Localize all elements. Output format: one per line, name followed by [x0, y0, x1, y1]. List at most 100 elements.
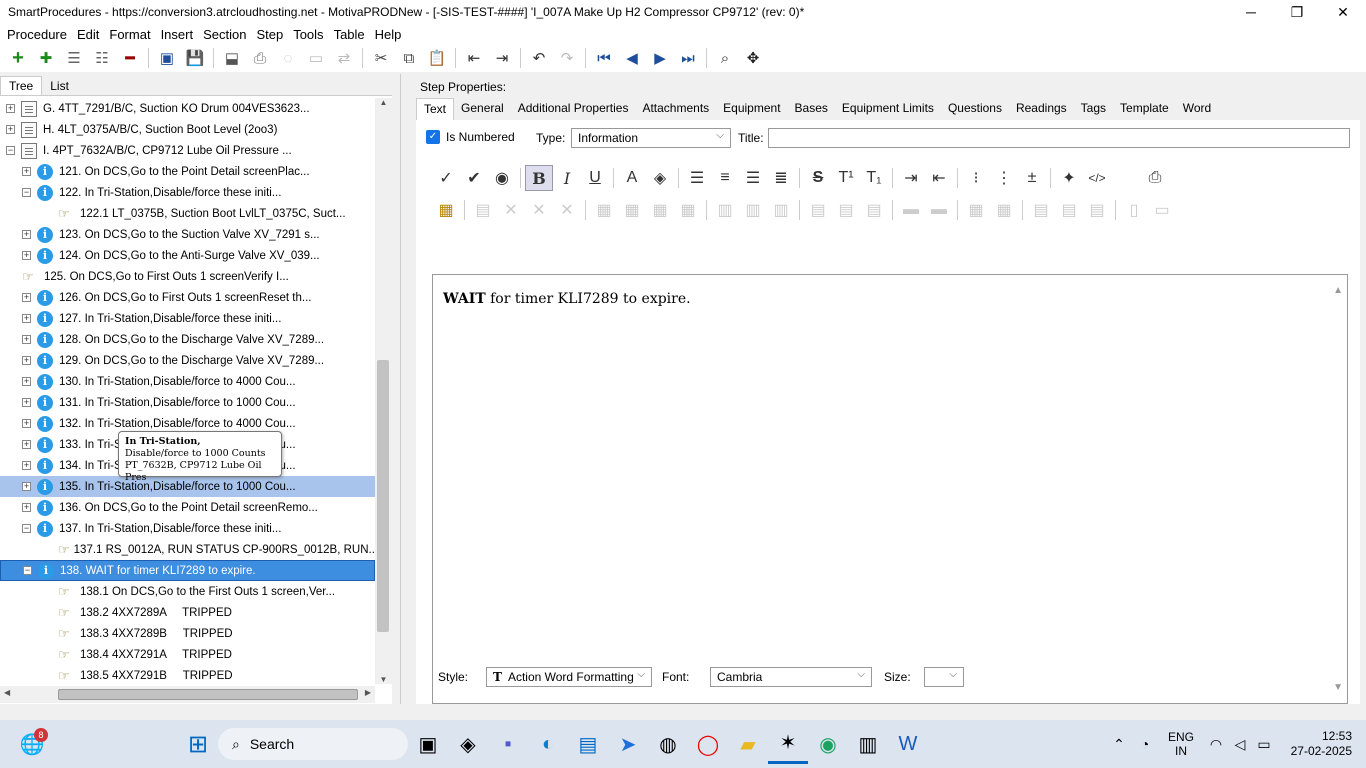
- scroll-down-icon[interactable]: ▼: [375, 675, 392, 684]
- numbered-list-icon[interactable]: ⋮: [990, 165, 1018, 191]
- menu-insert[interactable]: Insert: [156, 27, 199, 42]
- spellcheck-icon[interactable]: ✓: [432, 165, 460, 191]
- scroll-thumb[interactable]: [377, 360, 389, 632]
- tree-row[interactable]: + i 128. On DCS,Go to the Discharge Valve …: [0, 329, 375, 350]
- menu-procedure[interactable]: Procedure: [2, 27, 72, 42]
- tab-template[interactable]: Template: [1113, 98, 1176, 120]
- tree-row[interactable]: + G. 4TT_7291/B/C, Suction KO Drum 004VES…: [0, 98, 375, 119]
- smartprocedures-icon[interactable]: ✶: [768, 724, 808, 764]
- redo-icon[interactable]: ↷: [553, 45, 581, 71]
- print-icon[interactable]: ⎙: [246, 45, 274, 71]
- tree-row[interactable]: ☞ 138.2 4XX7289A TRIPPED: [0, 602, 375, 623]
- tree-row[interactable]: ☞ 138.4 4XX7291A TRIPPED: [0, 644, 375, 665]
- tree-row[interactable]: + i 131. In Tri-Station,Disable/force to 1…: [0, 392, 375, 413]
- expander-icon[interactable]: +: [22, 167, 31, 176]
- teams-icon[interactable]: ▪: [488, 724, 528, 764]
- scroll-left-icon[interactable]: ◀: [4, 688, 10, 697]
- spellcheck-auto-icon[interactable]: ✔: [460, 165, 488, 191]
- word-icon[interactable]: W: [888, 724, 928, 764]
- list-edit-icon[interactable]: ☷: [88, 45, 116, 71]
- menu-table[interactable]: Table: [329, 27, 370, 42]
- tree-row[interactable]: ☞ 138.5 4XX7291B TRIPPED: [0, 665, 375, 684]
- expander-icon[interactable]: +: [22, 398, 31, 407]
- tree-row[interactable]: ☞ 137.1 RS_0012A, RUN STATUS CP-900RS_001…: [0, 539, 375, 560]
- close-button[interactable]: ✕: [1320, 0, 1366, 24]
- tab-equipment-limits[interactable]: Equipment Limits: [835, 98, 941, 120]
- align-left-icon[interactable]: ☰: [683, 165, 711, 191]
- dell-icon[interactable]: ◍: [648, 724, 688, 764]
- bullet-list-icon[interactable]: ⁝: [962, 165, 990, 191]
- remove-icon[interactable]: ━: [116, 45, 144, 71]
- save-icon[interactable]: 💾: [181, 45, 209, 71]
- tree-row[interactable]: − i 122. In Tri-Station,Disable/force thes…: [0, 182, 375, 203]
- subscript-icon[interactable]: T₁: [860, 165, 888, 191]
- expander-icon[interactable]: +: [22, 356, 31, 365]
- font-color-icon[interactable]: A: [618, 165, 646, 191]
- app-icon[interactable]: ▥: [848, 724, 888, 764]
- refresh-icon[interactable]: ◌: [274, 45, 302, 71]
- tree-row[interactable]: ☞ 138.3 4XX7289B TRIPPED: [0, 623, 375, 644]
- move-icon[interactable]: ✥: [739, 45, 767, 71]
- file-explorer-icon[interactable]: ▰: [728, 724, 768, 764]
- expander-icon[interactable]: +: [22, 293, 31, 302]
- font-select[interactable]: Cambria ⌵: [710, 667, 872, 687]
- battery-icon[interactable]: ▭: [1252, 724, 1276, 764]
- expander-icon[interactable]: +: [22, 335, 31, 344]
- style-select[interactable]: T Action Word Formatting ⌵: [486, 667, 652, 687]
- find-icon[interactable]: ⌕: [711, 45, 739, 71]
- list-icon[interactable]: ☰: [60, 45, 88, 71]
- color-wheel-icon[interactable]: ◉: [488, 165, 516, 191]
- tab-attachments[interactable]: Attachments: [635, 98, 716, 120]
- tree-row[interactable]: + i 124. On DCS,Go to the Anti-Surge Valve…: [0, 245, 375, 266]
- bold-icon[interactable]: B: [525, 165, 553, 191]
- tree-row[interactable]: ☞ 125. On DCS,Go to First Outs 1 screenVe…: [0, 266, 375, 287]
- link-icon[interactable]: ⇄: [330, 45, 358, 71]
- tab-bases[interactable]: Bases: [788, 98, 835, 120]
- html-code-icon[interactable]: </>: [1083, 165, 1111, 191]
- title-input[interactable]: [768, 128, 1350, 148]
- expander-icon[interactable]: +: [22, 314, 31, 323]
- pane-splitter[interactable]: [400, 74, 404, 704]
- previous-icon[interactable]: ◀: [618, 45, 646, 71]
- align-center-icon[interactable]: ≡: [711, 165, 739, 191]
- tab-equipment[interactable]: Equipment: [716, 98, 787, 120]
- tree-row[interactable]: − I. 4PT_7632A/B/C, CP9712 Lube Oil Press…: [0, 140, 375, 161]
- tree-row[interactable]: + i 130. In Tri-Station,Disable/force to 4…: [0, 371, 375, 392]
- tree-row[interactable]: ☞ 122.1 LT_0375B, Suction Boot LvlLT_0375…: [0, 203, 375, 224]
- scroll-up-icon[interactable]: ▲: [375, 98, 392, 107]
- paste-icon[interactable]: 📋: [423, 45, 451, 71]
- tab-tags[interactable]: Tags: [1074, 98, 1113, 120]
- tree-row[interactable]: + i 136. On DCS,Go to the Point Detail scr…: [0, 497, 375, 518]
- opera-icon[interactable]: ◯: [688, 724, 728, 764]
- export-icon[interactable]: ⬓: [218, 45, 246, 71]
- open-icon[interactable]: ▣: [153, 45, 181, 71]
- chevron-up-icon[interactable]: ⌃: [1106, 724, 1132, 764]
- highlight-icon[interactable]: ◈: [646, 165, 674, 191]
- scroll-up-icon[interactable]: ▲: [1333, 285, 1343, 296]
- next-icon[interactable]: ▶: [646, 45, 674, 71]
- expander-icon[interactable]: +: [22, 503, 31, 512]
- expander-icon[interactable]: +: [22, 377, 31, 386]
- outdent-icon[interactable]: ⇤: [460, 45, 488, 71]
- expander-icon[interactable]: +: [22, 440, 31, 449]
- tab-word[interactable]: Word: [1176, 98, 1218, 120]
- tab-list[interactable]: List: [42, 77, 77, 95]
- align-right-icon[interactable]: ☰: [739, 165, 767, 191]
- copilot-icon[interactable]: ◈: [448, 724, 488, 764]
- menu-help[interactable]: Help: [370, 27, 407, 42]
- tree-row[interactable]: − i 138. WAIT for timer KLI7289 to expire.: [0, 560, 375, 581]
- expander-icon[interactable]: +: [6, 125, 15, 134]
- task-view-icon[interactable]: ▣: [408, 724, 448, 764]
- is-numbered-checkbox[interactable]: ✓: [426, 130, 440, 144]
- clock[interactable]: 12:53 27-02-2025: [1276, 729, 1352, 759]
- tree-row[interactable]: + H. 4LT_0375A/B/C, Suction Boot Level (2…: [0, 119, 375, 140]
- maximize-button[interactable]: ❐: [1274, 0, 1320, 24]
- indent-icon[interactable]: ⇥: [488, 45, 516, 71]
- last-icon[interactable]: ⏭: [674, 45, 702, 71]
- justify-icon[interactable]: ≣: [767, 165, 795, 191]
- tree-row[interactable]: + i 127. In Tri-Station,Disable/force thes…: [0, 308, 375, 329]
- tab-questions[interactable]: Questions: [941, 98, 1009, 120]
- magic-wand-icon[interactable]: ✦: [1055, 165, 1083, 191]
- wifi-icon[interactable]: ◠: [1204, 724, 1228, 764]
- expander-icon[interactable]: +: [22, 482, 31, 491]
